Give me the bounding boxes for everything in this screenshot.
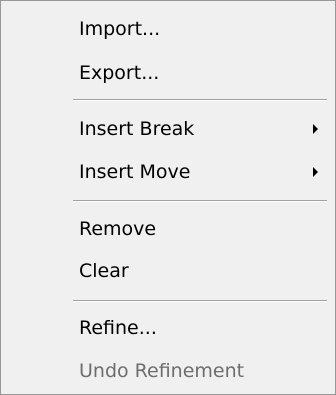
- menu-separator: [73, 200, 327, 202]
- menu-item-export[interactable]: Export...: [1, 53, 335, 93]
- menu-item-remove[interactable]: Remove: [1, 209, 335, 249]
- menu-item-insert-break[interactable]: Insert Break: [1, 109, 335, 149]
- menu-item-label: Insert Break: [79, 118, 195, 140]
- menu-separator: [73, 99, 327, 101]
- submenu-arrow-icon: [313, 124, 318, 134]
- menu-item-label: Undo Refinement: [79, 360, 245, 382]
- menu-item-clear[interactable]: Clear: [1, 251, 335, 291]
- context-menu: Import... Export... Insert Break Insert …: [0, 0, 336, 395]
- menu-item-label: Clear: [79, 260, 129, 282]
- menu-item-refine[interactable]: Refine...: [1, 308, 335, 348]
- menu-item-label: Refine...: [79, 317, 157, 339]
- menu-item-insert-move[interactable]: Insert Move: [1, 152, 335, 192]
- menu-item-undo-refinement: Undo Refinement: [1, 351, 335, 391]
- menu-item-label: Insert Move: [79, 161, 191, 183]
- menu-item-import[interactable]: Import...: [1, 9, 335, 49]
- menu-item-label: Import...: [79, 18, 161, 40]
- menu-item-label: Export...: [79, 62, 160, 84]
- menu-item-label: Remove: [79, 218, 157, 240]
- submenu-arrow-icon: [313, 167, 318, 177]
- menu-separator: [73, 300, 327, 302]
